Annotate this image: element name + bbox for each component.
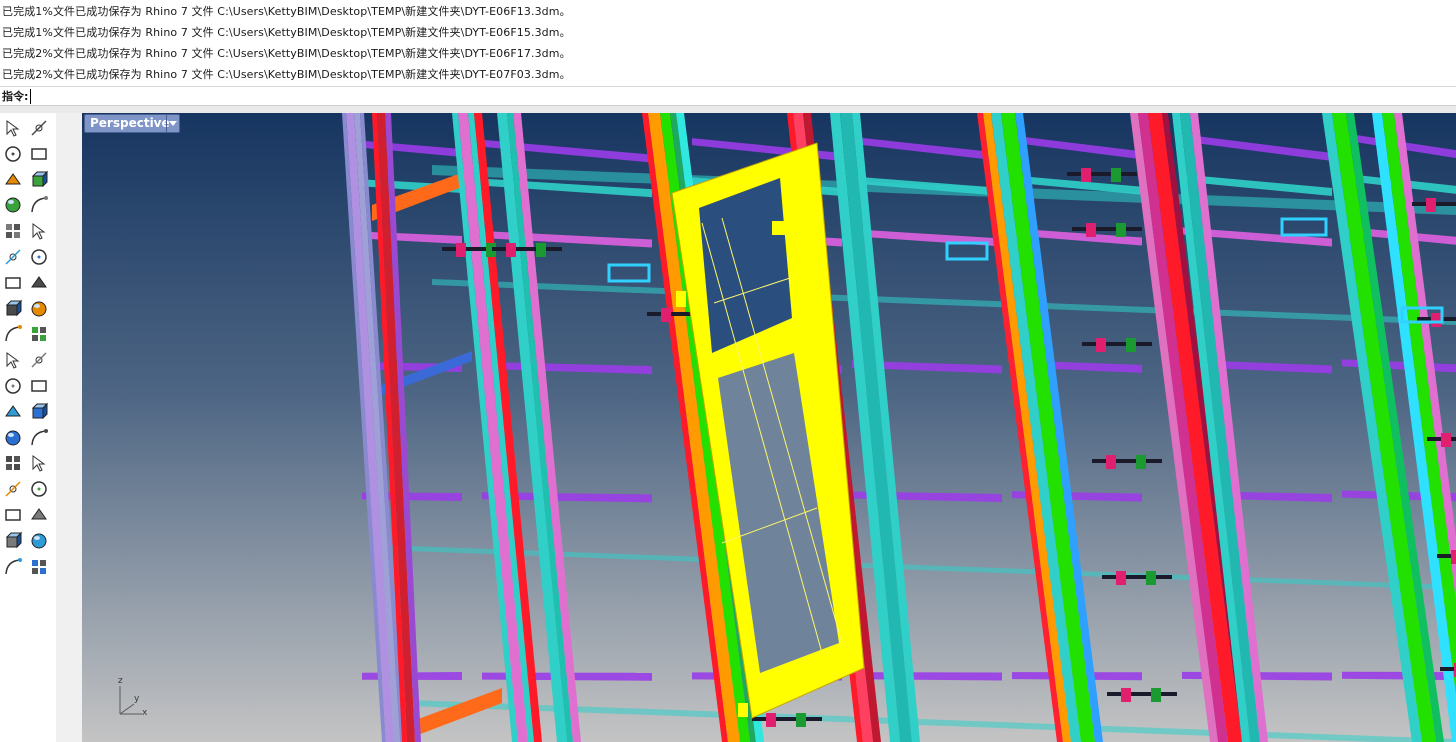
bracket-plate <box>1081 168 1091 182</box>
select-pointer-icon[interactable] <box>1 116 25 140</box>
axis-x-label: x <box>142 708 148 718</box>
bracket-plate <box>1096 338 1106 352</box>
toolbar-gap <box>56 113 82 742</box>
split-icon[interactable] <box>27 348 51 372</box>
array-icon[interactable] <box>1 503 25 527</box>
fillet-curve-icon[interactable] <box>27 219 51 243</box>
bracket-plate <box>1086 223 1096 237</box>
blend-curve-icon[interactable] <box>27 400 51 424</box>
bracket-rod <box>1072 227 1142 231</box>
mesh-plane-icon[interactable] <box>27 297 51 321</box>
beam <box>852 672 1002 681</box>
bracket-rod <box>1067 172 1137 176</box>
bracket-plate <box>1116 571 1126 585</box>
fillet-edge-icon[interactable] <box>1 400 25 424</box>
trim-icon[interactable] <box>1 348 25 372</box>
perspective-viewport[interactable] <box>82 113 1456 742</box>
history-line: 已完成2%文件已成功保存为 Rhino 7 文件 C:\Users\KettyB… <box>2 47 571 60</box>
scale-icon[interactable] <box>27 426 51 450</box>
viewport-title-tab[interactable]: Perspective <box>84 114 180 133</box>
panel-clip <box>772 221 786 235</box>
bracket-plate <box>766 713 776 727</box>
check-icon[interactable] <box>27 529 51 553</box>
beam <box>1342 671 1456 681</box>
bracket-plate <box>506 243 516 257</box>
command-input[interactable] <box>30 89 631 104</box>
render-shaded-icon[interactable] <box>1 555 25 579</box>
ellipse-icon[interactable] <box>27 168 51 192</box>
bracket-plate <box>1121 688 1131 702</box>
bracket-plate <box>661 308 671 322</box>
bracket-rod <box>1092 459 1162 463</box>
viewport-title: Perspective <box>90 116 170 130</box>
layout-icon[interactable] <box>27 503 51 527</box>
rectangle-icon[interactable] <box>27 193 51 217</box>
model-scene[interactable] <box>82 113 1456 742</box>
polygon-icon[interactable] <box>1 219 25 243</box>
group-icon[interactable] <box>1 451 25 475</box>
bracket-plate <box>1126 338 1136 352</box>
command-prompt-label: 指令: <box>2 90 29 103</box>
dimension-icon[interactable] <box>27 477 51 501</box>
boolean-union-icon[interactable] <box>1 374 25 398</box>
boolean-split-icon[interactable] <box>27 374 51 398</box>
cylinder-icon[interactable] <box>1 297 25 321</box>
mirror-icon[interactable] <box>27 451 51 475</box>
world-axis-widget: z y x <box>112 676 156 722</box>
triangle-down-icon[interactable] <box>166 115 179 132</box>
command-history: 已完成1%文件已成功保存为 Rhino 7 文件 C:\Users\KettyB… <box>0 0 1456 86</box>
bracket-plate <box>1431 313 1441 327</box>
material-icon[interactable] <box>27 555 51 579</box>
bracket-rod <box>1102 575 1172 579</box>
bracket-plate <box>456 243 466 257</box>
command-bar: 指令: <box>0 86 1456 106</box>
bracket-plate <box>1111 168 1121 182</box>
history-line: 已完成1%文件已成功保存为 Rhino 7 文件 C:\Users\KettyB… <box>2 26 571 39</box>
text-icon[interactable] <box>1 426 25 450</box>
analyze-icon[interactable] <box>1 529 25 553</box>
bracket-plate <box>1451 550 1456 564</box>
arc-icon[interactable] <box>1 193 25 217</box>
bracket-plate <box>796 713 806 727</box>
explode-icon[interactable] <box>27 322 51 346</box>
point-icon[interactable] <box>27 116 51 140</box>
bracket-plate <box>1441 433 1451 447</box>
circle-icon[interactable] <box>1 168 25 192</box>
history-line: 已完成1%文件已成功保存为 Rhino 7 文件 C:\Users\KettyB… <box>2 5 571 18</box>
bracket-plate <box>536 243 546 257</box>
bracket-rod <box>492 247 562 251</box>
bracket-rod <box>1082 342 1152 346</box>
surface-from-points-icon[interactable] <box>1 245 25 269</box>
bracket-rod <box>1440 667 1456 671</box>
panel-clip <box>738 703 748 717</box>
axis-z-label: z <box>118 676 123 686</box>
bracket-plate <box>1106 455 1116 469</box>
bracket-plate <box>1426 198 1436 212</box>
bracket-plate <box>1146 571 1156 585</box>
polyline-icon[interactable] <box>1 142 25 166</box>
sphere-solid-icon[interactable] <box>27 271 51 295</box>
bracket-plate <box>1136 455 1146 469</box>
extrude-surface-icon[interactable] <box>27 245 51 269</box>
bracket-rod <box>1107 692 1177 696</box>
sidebar-toolbar <box>0 113 56 742</box>
bracket-plate <box>1116 223 1126 237</box>
axis-y-label: y <box>134 694 140 704</box>
curve-from-points-icon[interactable] <box>27 142 51 166</box>
bracket-rod <box>752 717 822 721</box>
block-icon[interactable] <box>1 477 25 501</box>
gear-transform-icon[interactable] <box>1 322 25 346</box>
history-line: 已完成2%文件已成功保存为 Rhino 7 文件 C:\Users\KettyB… <box>2 68 571 81</box>
box-solid-icon[interactable] <box>1 271 25 295</box>
bracket-plate <box>1151 688 1161 702</box>
panel-clip <box>676 291 686 307</box>
